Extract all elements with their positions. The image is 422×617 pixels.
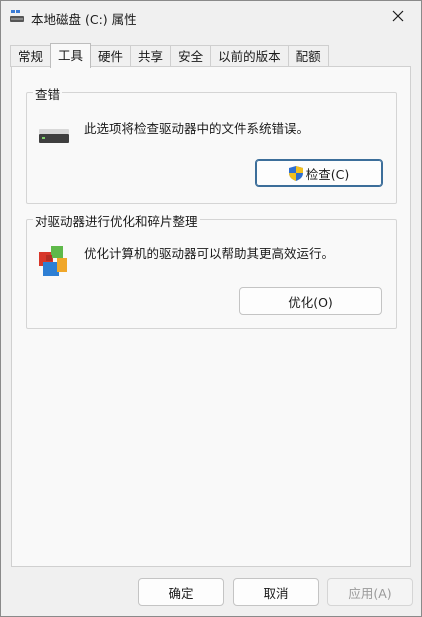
check-button[interactable]: 检查(C): [255, 159, 383, 187]
tab-quota[interactable]: 配额: [287, 45, 329, 67]
optimize-title: 对驱动器进行优化和碎片整理: [33, 211, 200, 230]
tab-hardware[interactable]: 硬件: [90, 45, 132, 67]
close-icon: [392, 10, 404, 25]
error-checking-title: 查错: [33, 84, 63, 103]
tab-tools[interactable]: 工具: [50, 43, 92, 68]
optimize-button[interactable]: 优化(O): [239, 287, 382, 315]
tab-strip: 常规 工具 硬件 共享 安全 以前的版本 配额: [10, 43, 329, 68]
tab-sharing[interactable]: 共享: [130, 45, 172, 67]
window-title: 本地磁盘 (C:) 属性: [31, 12, 137, 27]
drive-title-icon: [10, 9, 24, 23]
uac-shield-icon: [288, 165, 303, 181]
ok-button[interactable]: 确定: [138, 578, 224, 606]
optimize-group: 对驱动器进行优化和碎片整理 优化计算机的驱动器可以帮助其更高效运行。 优化(O): [26, 211, 397, 329]
check-button-label: 检查(C): [305, 166, 350, 182]
error-checking-group: 查错 此选项将检查驱动器中的文件系统错误。 检查(C): [26, 84, 397, 204]
drive-icon: [39, 129, 69, 146]
cancel-button[interactable]: 取消: [233, 578, 319, 606]
defrag-icon: [37, 244, 69, 281]
tab-previous-versions[interactable]: 以前的版本: [210, 45, 289, 67]
tab-general[interactable]: 常规: [10, 45, 52, 67]
apply-button[interactable]: 应用(A): [327, 578, 413, 606]
tools-panel: 查错 此选项将检查驱动器中的文件系统错误。 检查(C) 对驱动器进行优化和碎片整…: [11, 66, 411, 567]
title-bar[interactable]: 本地磁盘 (C:) 属性: [1, 1, 421, 33]
tab-security[interactable]: 安全: [170, 45, 212, 67]
error-checking-description: 此选项将检查驱动器中的文件系统错误。: [84, 121, 310, 136]
close-button[interactable]: [375, 1, 421, 33]
optimize-description: 优化计算机的驱动器可以帮助其更高效运行。: [84, 246, 335, 261]
properties-window: 本地磁盘 (C:) 属性 常规 工具 硬件 共享 安全 以前的版本 配额 查错 …: [0, 0, 422, 617]
